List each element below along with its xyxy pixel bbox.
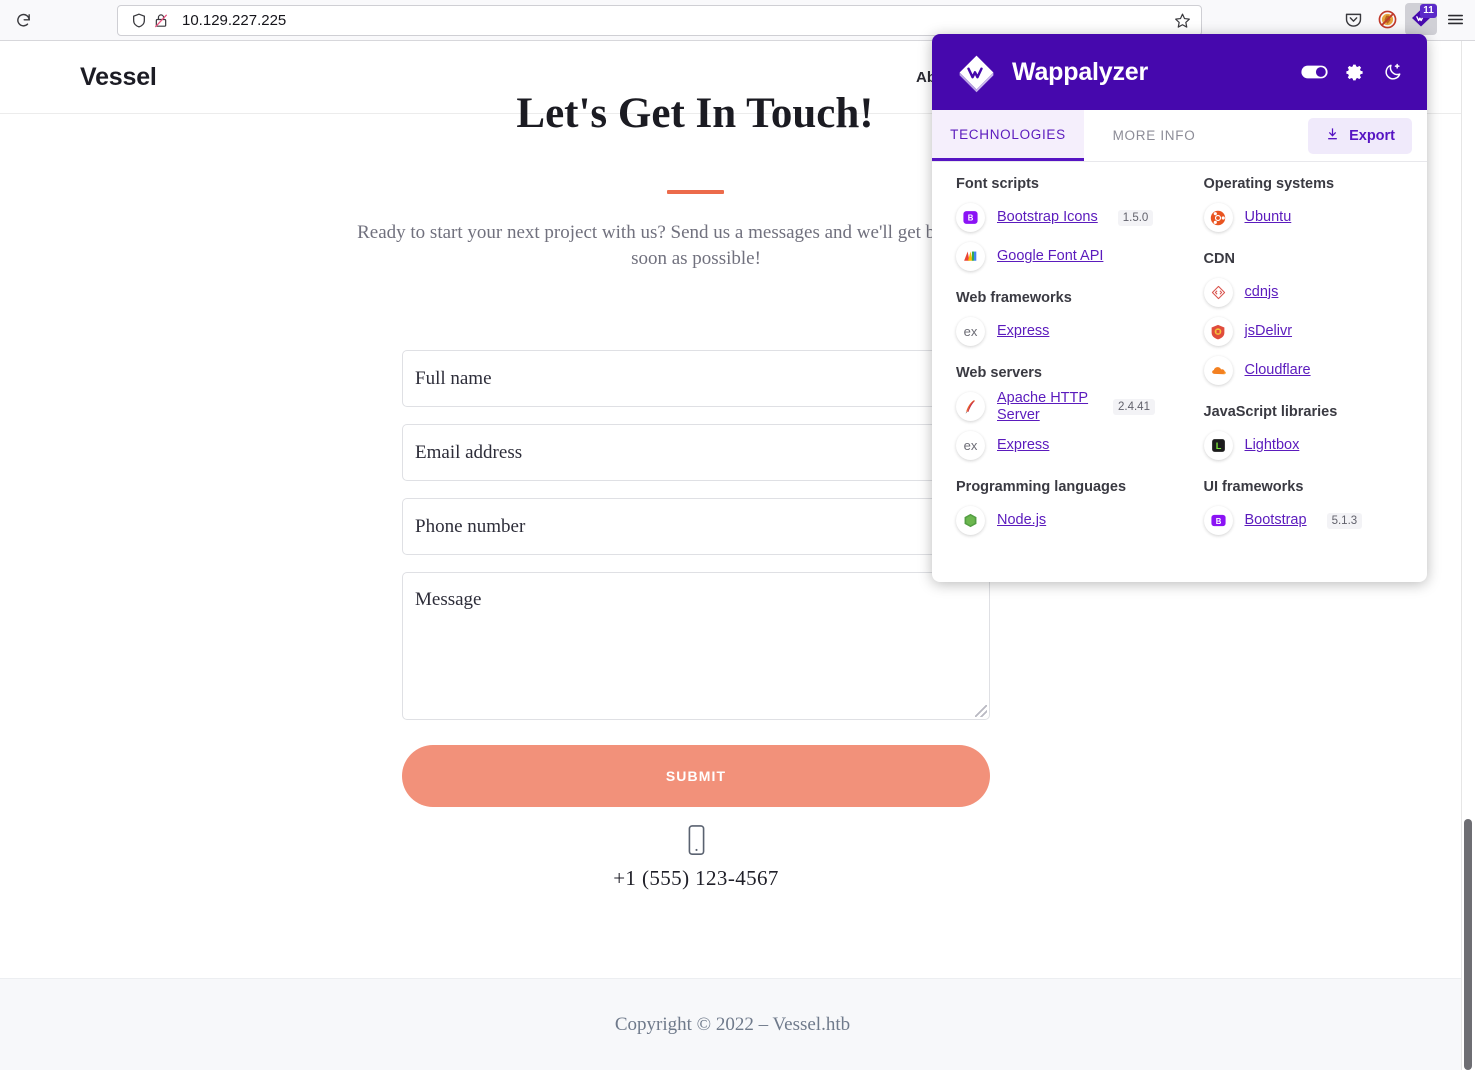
- technology-row-google-font-api[interactable]: Google Font API: [956, 237, 1162, 276]
- phone-number-field[interactable]: Phone number: [402, 498, 990, 555]
- wappalyzer-header: Wappalyzer: [932, 34, 1427, 110]
- technology-row-ubuntu[interactable]: Ubuntu: [1203, 198, 1410, 237]
- technology-name[interactable]: Express: [997, 323, 1049, 340]
- technology-name[interactable]: cdnjs: [1245, 284, 1279, 301]
- technology-version: 1.5.0: [1117, 209, 1154, 226]
- export-button[interactable]: Export: [1308, 118, 1412, 154]
- wappalyzer-technologies-list: Font scripts B Bootstrap Icons 1.5.0 Goo…: [932, 162, 1427, 582]
- message-placeholder: Message: [415, 589, 482, 610]
- lightbox-icon: L: [1203, 431, 1233, 460]
- bootstrap-icons-icon: B: [956, 203, 985, 232]
- technology-row-bootstrap[interactable]: B Bootstrap 5.1.3: [1203, 501, 1410, 540]
- bootstrap-icon: B: [1203, 506, 1233, 535]
- export-label: Export: [1349, 128, 1395, 144]
- technology-row-express[interactable]: ex Express: [956, 426, 1162, 465]
- download-icon: [1325, 126, 1340, 146]
- technology-version: 5.1.3: [1326, 512, 1363, 529]
- technology-row-cdnjs[interactable]: cdnjs: [1203, 273, 1410, 312]
- copyright-text: Copyright © 2022 – Vessel.htb: [614, 1013, 851, 1035]
- toggle-switch-icon[interactable]: [1301, 64, 1328, 80]
- jsdelivr-icon: [1203, 317, 1233, 346]
- contact-phone-block: +1 (555) 123-4567: [402, 824, 990, 891]
- reload-button[interactable]: [6, 3, 40, 37]
- wappalyzer-tabs: TECHNOLOGIES MORE INFO Export: [932, 110, 1427, 162]
- technology-row-lightbox[interactable]: L Lightbox: [1203, 426, 1410, 465]
- technology-name[interactable]: Cloudflare: [1245, 362, 1311, 379]
- technology-name[interactable]: Lightbox: [1245, 437, 1300, 454]
- wappalyzer-popup: Wappalyzer TECHNOLOGIES MORE INFO Export…: [932, 34, 1427, 582]
- star-icon[interactable]: [1169, 8, 1195, 34]
- full-name-placeholder: Full name: [415, 367, 492, 389]
- no-entry-icon[interactable]: [1371, 3, 1403, 35]
- technology-name[interactable]: Bootstrap Icons: [997, 209, 1098, 226]
- cloudflare-icon: [1203, 356, 1233, 385]
- contact-form: Full name Email address Phone number Mes…: [402, 350, 990, 807]
- google-font-api-icon: [956, 242, 985, 271]
- svg-text:B: B: [968, 214, 974, 223]
- ubuntu-icon: [1203, 203, 1233, 232]
- tab-more-info[interactable]: MORE INFO: [1084, 110, 1224, 161]
- technology-row-jsdelivr[interactable]: jsDelivr: [1203, 312, 1410, 351]
- wappalyzer-logo-icon: [954, 50, 999, 95]
- gear-icon[interactable]: [1346, 63, 1365, 82]
- category-title-javascript-libraries: JavaScript libraries: [1203, 404, 1338, 420]
- pocket-icon[interactable]: [1337, 3, 1369, 35]
- nodejs-icon: [956, 506, 985, 535]
- message-textarea[interactable]: Message: [402, 572, 990, 720]
- tab-technologies[interactable]: TECHNOLOGIES: [932, 110, 1084, 161]
- wappalyzer-extension-icon[interactable]: 11: [1405, 3, 1437, 35]
- technology-row-cloudflare[interactable]: Cloudflare: [1203, 351, 1410, 390]
- technology-row-apache-http-server[interactable]: Apache HTTP Server 2.4.41: [956, 387, 1162, 426]
- technology-name[interactable]: Bootstrap: [1245, 512, 1307, 529]
- full-name-field[interactable]: Full name: [402, 350, 990, 407]
- toolbar-actions: 11: [1337, 3, 1471, 35]
- category-title-web-frameworks: Web frameworks: [956, 290, 1072, 306]
- technology-name[interactable]: Node.js: [997, 512, 1046, 529]
- shield-icon[interactable]: [128, 10, 150, 32]
- phone-number-text: +1 (555) 123-4567: [613, 866, 779, 890]
- apache-icon: [956, 392, 985, 421]
- technology-name[interactable]: Ubuntu: [1245, 209, 1292, 226]
- site-brand[interactable]: Vessel: [80, 63, 157, 92]
- technology-row-express[interactable]: ex Express: [956, 312, 1162, 351]
- technologies-column-right: Operating systems Ubuntu CDN cdnjs jsDel…: [1180, 176, 1428, 582]
- category-title-web-servers: Web servers: [956, 365, 1042, 381]
- category-title-font-scripts: Font scripts: [956, 176, 1039, 192]
- phone-number-placeholder: Phone number: [415, 515, 526, 537]
- technology-name[interactable]: Google Font API: [997, 248, 1103, 265]
- mobile-phone-icon: [402, 824, 990, 858]
- site-footer: Copyright © 2022 – Vessel.htb: [0, 978, 1465, 1070]
- email-address-placeholder: Email address: [415, 441, 523, 463]
- technology-version: 2.4.41: [1113, 398, 1155, 415]
- heading-divider: [667, 190, 724, 194]
- hamburger-menu-icon[interactable]: [1439, 3, 1471, 35]
- page-scrollbar[interactable]: [1461, 41, 1475, 1070]
- technology-name[interactable]: jsDelivr: [1245, 323, 1293, 340]
- cdnjs-icon: [1203, 278, 1233, 307]
- insecure-lock-icon[interactable]: [150, 10, 172, 32]
- category-title-operating-systems: Operating systems: [1203, 176, 1335, 192]
- scrollbar-thumb[interactable]: [1464, 819, 1472, 1070]
- express-icon: ex: [956, 317, 985, 346]
- svg-text:B: B: [1215, 517, 1221, 526]
- textarea-resize-grip[interactable]: [975, 705, 987, 717]
- submit-button[interactable]: SUBMIT: [402, 745, 990, 807]
- technologies-column-left: Font scripts B Bootstrap Icons 1.5.0 Goo…: [932, 176, 1180, 582]
- moon-icon[interactable]: [1383, 62, 1403, 82]
- technology-name[interactable]: Apache HTTP Server: [997, 390, 1093, 424]
- express-icon: ex: [956, 431, 985, 460]
- technology-row-bootstrap-icons[interactable]: B Bootstrap Icons 1.5.0: [956, 198, 1162, 237]
- url-bar[interactable]: 10.129.227.225: [117, 5, 1202, 36]
- email-address-field[interactable]: Email address: [402, 424, 990, 481]
- technology-row-nodejs[interactable]: Node.js: [956, 501, 1162, 540]
- svg-text:L: L: [1215, 441, 1221, 451]
- category-title-cdn: CDN: [1203, 251, 1235, 267]
- wappalyzer-title: Wappalyzer: [1012, 57, 1149, 86]
- category-title-programming-languages: Programming languages: [956, 479, 1127, 495]
- technology-name[interactable]: Express: [997, 437, 1049, 454]
- url-text[interactable]: 10.129.227.225: [182, 12, 1169, 29]
- category-title-ui-frameworks: UI frameworks: [1203, 479, 1304, 495]
- extension-badge: 11: [1420, 4, 1437, 18]
